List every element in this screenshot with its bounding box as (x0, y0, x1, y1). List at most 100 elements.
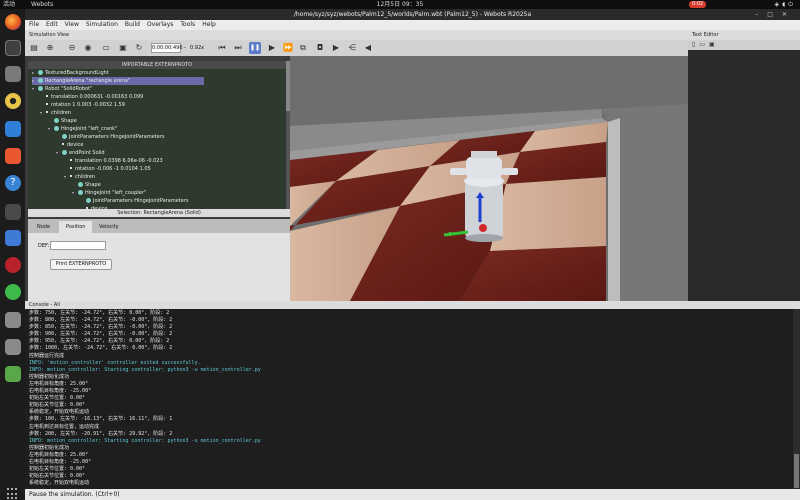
add-node-icon[interactable]: ⊕ (45, 43, 55, 53)
maximize-icon[interactable]: □ (767, 11, 782, 18)
help-icon[interactable]: ? (5, 175, 21, 191)
field-icon (70, 175, 72, 177)
tree-node[interactable]: ▸ TexturedBackgroundLight (32, 69, 109, 77)
3d-scene[interactable] (290, 56, 688, 301)
step-icon[interactable]: ⏭ (233, 43, 243, 53)
save-world-icon[interactable]: ▣ (118, 43, 128, 53)
power-icon[interactable]: ⏻ (788, 1, 796, 8)
menu-file[interactable]: File (29, 21, 39, 28)
tree-node[interactable]: rotation 1 0.003 -0.0032 1.59 (40, 101, 125, 109)
field-icon (46, 103, 48, 105)
menu-view[interactable]: View (65, 21, 79, 28)
simulation-toolbar: ▤ ⊕ ⊖ ◉ ▭ ▣ ↻ 0:00:00:496 - 0.92x ⏮ ⏭ ❚❚… (25, 40, 688, 56)
duplicate-icon[interactable]: ⧉ (298, 43, 308, 53)
rhythmbox-icon[interactable] (5, 93, 21, 109)
scene-tree[interactable]: IMPORTABLE EXTERNPROTO ▸ TexturedBackgrou… (28, 61, 286, 209)
tree-node[interactable]: ▾ HingeJoint "left_crank" (48, 125, 117, 133)
appcenter-icon[interactable] (5, 148, 21, 164)
step-back-icon[interactable]: ⏮ (217, 43, 227, 53)
console-output[interactable]: 步数: 750, 左关节: -24.72°, 右关节: 0.00°, 阶段: 2… (25, 309, 800, 489)
screenshot-icon[interactable]: ◘ (315, 43, 325, 53)
writer-icon[interactable] (5, 121, 21, 137)
def-input[interactable] (50, 241, 106, 250)
pause-button[interactable]: ❚❚ (249, 42, 261, 54)
tree-node[interactable]: Shape (72, 181, 101, 189)
node-icon (54, 126, 59, 131)
share-icon[interactable]: ⋲ (347, 43, 357, 53)
tree-node[interactable]: translation 0.000631 -0.00163 0.099 (40, 93, 143, 101)
reload-world-icon[interactable]: ↻ (134, 43, 144, 53)
tree-node[interactable]: Shape (48, 117, 77, 125)
tab-position[interactable]: Position (59, 221, 93, 233)
disk2-icon[interactable] (5, 339, 21, 355)
tree-node-label: HingeJoint "left_crank" (61, 126, 118, 132)
tree-node-label: JointParameters HingeJointParameters (93, 198, 189, 204)
view-icon[interactable]: ◉ (83, 43, 93, 53)
tree-node-label: TexturedBackgroundLight (45, 70, 109, 76)
tree-node-label: translation 0.000631 -0.00163 0.099 (51, 94, 144, 100)
minimize-icon[interactable]: – (755, 11, 767, 18)
tree-node[interactable]: device (56, 141, 83, 149)
tree-node-label: rotation 1 0.003 -0.0032 1.59 (51, 102, 125, 108)
tree-node[interactable]: rotation -0.006 -1 0.0104 1.05 (64, 165, 151, 173)
app-grid-icon[interactable] (7, 488, 19, 500)
print-externproto-button[interactable]: Print EXTERNPROTO (50, 259, 112, 270)
trash-icon[interactable] (5, 366, 21, 382)
terminal2-icon[interactable] (5, 204, 21, 220)
tree-node[interactable]: ▾ children (64, 173, 95, 181)
console-line: 初始右关节位置: 0.00° (29, 402, 86, 409)
system-tray[interactable]: ◈◖⏻ (774, 0, 796, 9)
tree-node[interactable]: ▾ Robot "SolidRobot" (32, 85, 92, 93)
console-line: 控制器初始化成功 (29, 373, 70, 380)
open-world-icon[interactable]: ▭ (101, 43, 111, 53)
speed-minus-icon[interactable]: - (180, 43, 190, 53)
network-icon[interactable]: ◈ (774, 1, 782, 8)
tree-node[interactable]: ▸ RectangleArena "rectangle arena" (32, 77, 204, 85)
run-icon[interactable]: ▶ (267, 43, 277, 53)
record-indicator[interactable]: 0:02 (689, 1, 707, 8)
tree-node[interactable]: ▾ endPoint Solid (56, 149, 105, 157)
open-file-icon[interactable]: ▭ (699, 41, 709, 48)
node-icon (62, 134, 67, 139)
clock[interactable]: 12月5日 09：35 (0, 0, 800, 9)
tree-node[interactable]: ▾ HingeJoint "left_coupler" (72, 189, 146, 197)
menu-tools[interactable]: Tools (180, 21, 195, 28)
menu-build[interactable]: Build (125, 21, 140, 28)
3d-view[interactable] (290, 56, 688, 301)
wechat-icon[interactable] (5, 284, 21, 300)
menu-edit[interactable]: Edit (46, 21, 58, 28)
disk-icon[interactable] (5, 312, 21, 328)
window-title: /home/syz/syz/webots/Palm12_5/worlds/Pal… (293, 11, 532, 18)
delete-node-icon[interactable]: ⊖ (67, 43, 77, 53)
console-scrollbar[interactable] (793, 309, 800, 489)
tree-node[interactable]: translation 0.0398 6.06e-06 -0.023 (64, 157, 163, 165)
firefox-icon[interactable] (5, 14, 21, 30)
fast-icon[interactable]: ⏩ (283, 43, 293, 53)
menu-help[interactable]: Help (202, 21, 216, 28)
files-icon[interactable] (5, 66, 21, 82)
tree-node-label: device (67, 142, 84, 148)
field-icon (70, 167, 72, 169)
menu-simulation[interactable]: Simulation (86, 21, 118, 28)
tree-node[interactable]: ▾ children (40, 109, 71, 117)
sound-icon[interactable]: ◀ (363, 43, 373, 53)
terminal-icon[interactable] (5, 40, 21, 56)
field-icon (46, 111, 48, 113)
console-line: 左电机到达目标位置，运动完成 (29, 423, 100, 430)
editor-icon[interactable] (5, 230, 21, 246)
close-icon[interactable]: ✕ (782, 11, 796, 18)
console-line: 初始左关节位置: 0.00° (29, 395, 86, 402)
record-movie-icon[interactable]: ▶ (331, 43, 341, 53)
tree-node[interactable]: JointParameters HingeJointParameters (80, 197, 189, 205)
field-icon (62, 143, 64, 145)
tab-node[interactable]: Node (30, 221, 57, 233)
tab-velocity[interactable]: Velocity (92, 221, 126, 233)
menu-overlays[interactable]: Overlays (147, 21, 173, 28)
dock: ? (0, 9, 25, 500)
system-top-bar: 活动 Webots 12月5日 09：35 0:02 ◈◖⏻ (0, 0, 800, 9)
save-file-icon[interactable]: ▣ (709, 41, 719, 48)
importable-externproto-header[interactable]: IMPORTABLE EXTERNPROTO (28, 61, 286, 69)
toggle-tree-icon[interactable]: ▤ (29, 43, 39, 53)
tree-node[interactable]: JointParameters HingeJointParameters (56, 133, 165, 141)
webots-icon[interactable] (5, 257, 21, 273)
